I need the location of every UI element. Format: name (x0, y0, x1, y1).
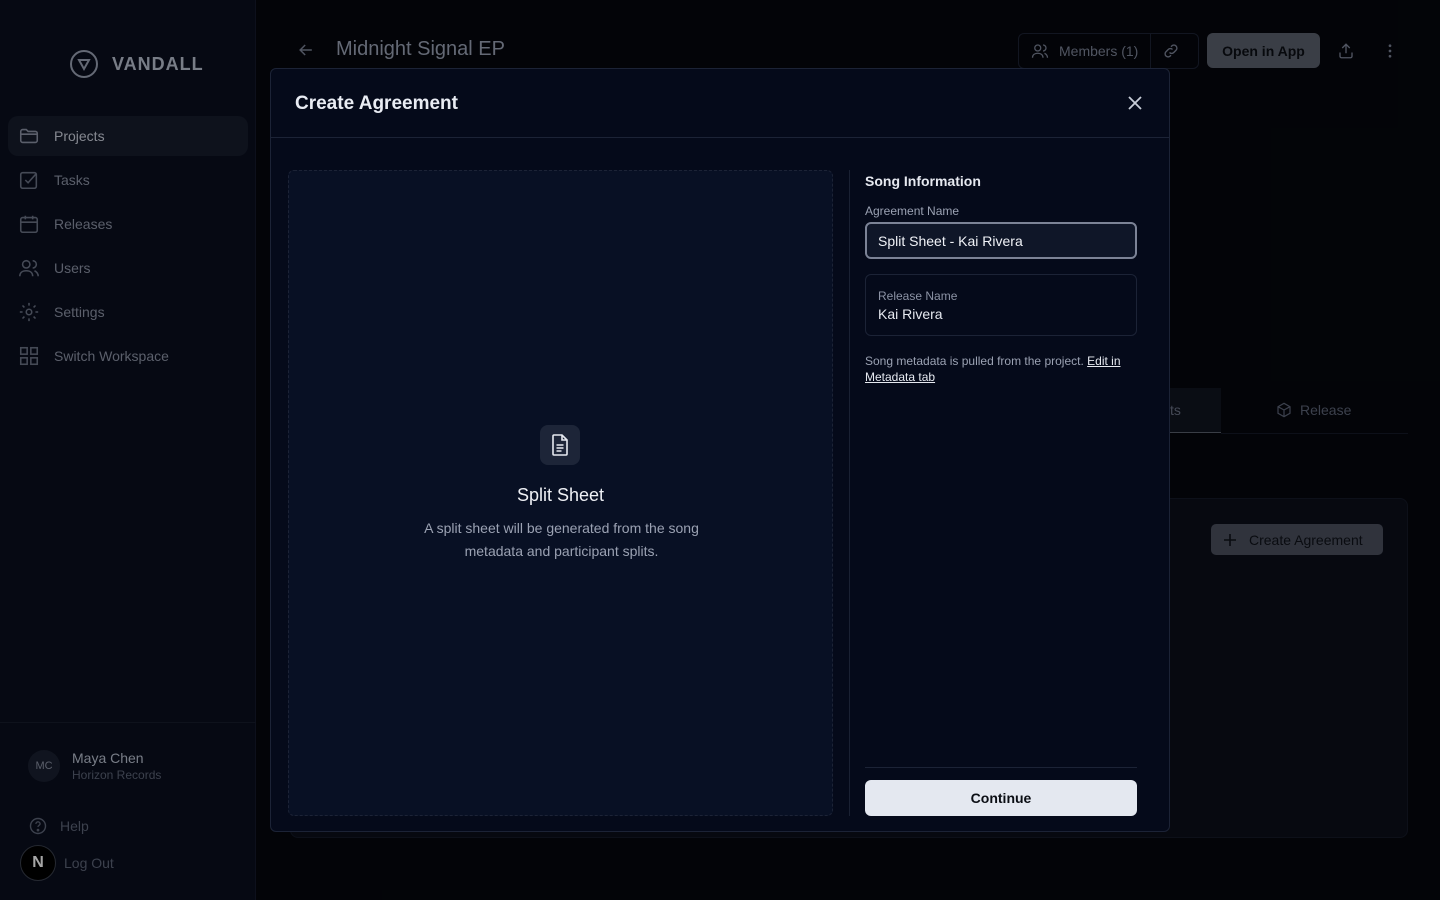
close-icon[interactable] (1127, 95, 1143, 116)
release-name-label: Release Name (878, 289, 958, 303)
section-title: Song Information (865, 173, 981, 189)
release-name-value: Kai Rivera (878, 306, 943, 322)
metadata-note: Song metadata is pulled from the project… (865, 353, 1137, 385)
modal-divider (849, 170, 850, 816)
preview-description: A split sheet will be generated from the… (424, 520, 699, 559)
modal-title: Create Agreement (295, 93, 458, 114)
agreement-name-label: Agreement Name (865, 204, 960, 218)
song-information-form: Song Information Agreement Name Release … (865, 170, 1137, 816)
preview-title: Split Sheet (516, 485, 605, 505)
split-sheet-preview: Split Sheet A split sheet will be genera… (288, 170, 833, 816)
metadata-note-text: Song metadata is pulled from the project… (865, 354, 1084, 368)
create-agreement-modal: Create Agreement Split Sheet A split she… (270, 68, 1170, 832)
document-icon (540, 425, 580, 465)
footer-divider (865, 767, 1137, 768)
continue-button[interactable]: Continue (865, 780, 1137, 816)
modal-header: Create Agreement (271, 69, 1169, 138)
release-name-field: Release Name Kai Rivera (865, 274, 1137, 336)
agreement-name-input[interactable] (865, 222, 1137, 259)
